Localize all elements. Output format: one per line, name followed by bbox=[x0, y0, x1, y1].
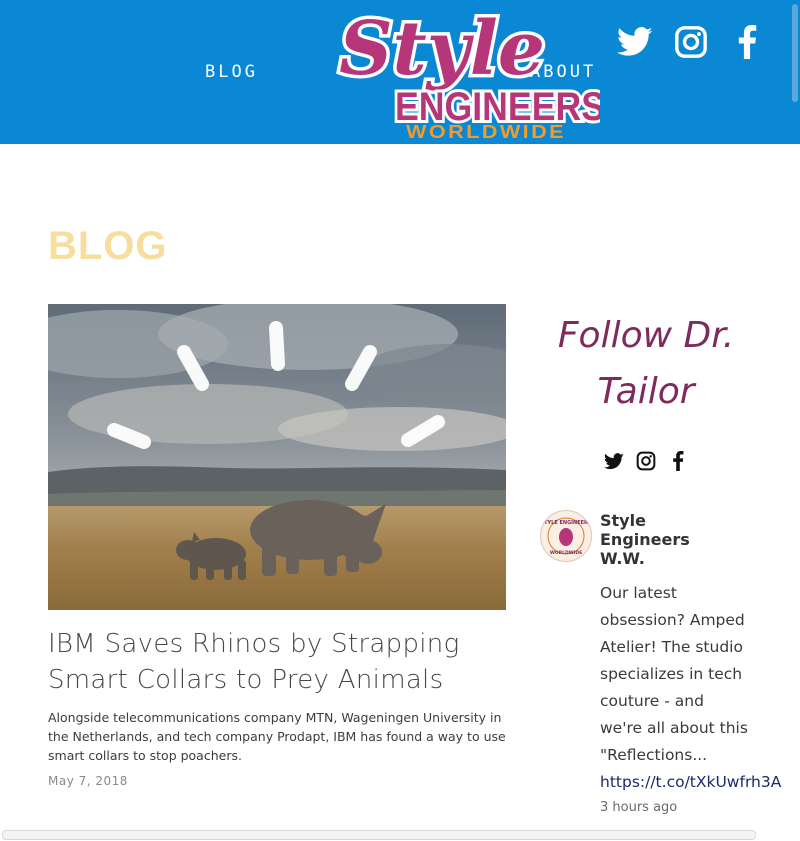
site-header: BLOG ABOUT Style ENGINEERS WORLDWIDE bbox=[0, 0, 800, 144]
tweet-text-line: "Reflections... bbox=[600, 746, 708, 764]
tweet-author-line: Engineers bbox=[600, 530, 690, 549]
horizontal-scrollbar[interactable] bbox=[2, 830, 756, 840]
logo-worldwide-text: WORLDWIDE bbox=[406, 122, 566, 142]
tweet-link[interactable]: https://t.co/tXkUwfrh3A bbox=[600, 769, 800, 796]
header-twitter-link[interactable] bbox=[615, 22, 655, 62]
post-title-line: Smart Collars to Prey Animals bbox=[48, 665, 444, 695]
post-date: May 7, 2018 bbox=[48, 774, 128, 788]
tweet-text-line: couture - and bbox=[600, 692, 704, 710]
tweet-text-line: specializes in tech bbox=[600, 665, 743, 683]
follow-heading: Follow Dr. Tailor bbox=[556, 308, 736, 420]
sidebar-instagram-link[interactable] bbox=[633, 448, 659, 474]
rhino-photo bbox=[48, 304, 506, 610]
sidebar-facebook-link[interactable] bbox=[665, 448, 691, 474]
header-facebook-link[interactable] bbox=[727, 22, 767, 62]
twitter-icon bbox=[617, 27, 653, 56]
header-instagram-link[interactable] bbox=[671, 22, 711, 62]
sidebar-twitter-link[interactable] bbox=[601, 448, 627, 474]
twitter-icon bbox=[604, 452, 624, 469]
vertical-scrollbar[interactable] bbox=[792, 4, 798, 102]
follow-heading-line: Follow Dr. bbox=[557, 315, 735, 356]
instagram-icon bbox=[675, 26, 707, 58]
post-title-link[interactable]: IBM Saves Rhinos by Strapping Smart Coll… bbox=[48, 626, 508, 698]
post-hero-image[interactable] bbox=[48, 304, 506, 610]
tweet-timestamp: 3 hours ago bbox=[600, 800, 678, 815]
style-engineers-logo[interactable]: Style ENGINEERS WORLDWIDE bbox=[290, 2, 600, 143]
instagram-icon bbox=[636, 451, 656, 471]
logo-script-text: Style bbox=[339, 6, 545, 92]
tweet-text-line: obsession? Amped bbox=[600, 611, 745, 629]
tweet-text-line: Atelier! The studio bbox=[600, 638, 743, 656]
avatar-text-bottom: WORLDWIDE bbox=[550, 550, 582, 556]
avatar-text-top: STYLE ENGINEERS bbox=[540, 520, 591, 526]
avatar[interactable]: STYLE ENGINEERS WORLDWIDE bbox=[540, 510, 592, 562]
post-title-line: IBM Saves Rhinos by Strapping bbox=[48, 629, 460, 659]
post-excerpt: Alongside telecommunications company MTN… bbox=[48, 710, 506, 763]
follow-heading-line: Tailor bbox=[597, 371, 695, 412]
page-title: BLOG bbox=[48, 224, 168, 268]
facebook-icon bbox=[738, 25, 757, 59]
tweet-author[interactable]: Style Engineers W.W. bbox=[600, 511, 720, 568]
facebook-icon bbox=[673, 451, 684, 471]
tweet-text-line: Our latest bbox=[600, 584, 677, 602]
tweet-text-line: we're all about this bbox=[600, 719, 748, 737]
nav-blog-link[interactable]: BLOG bbox=[205, 62, 258, 82]
tweet-text: Our latest obsession? Amped Atelier! The… bbox=[600, 580, 800, 796]
tweet-author-line: W.W. bbox=[600, 549, 645, 568]
tweet-author-line: Style bbox=[600, 511, 646, 530]
